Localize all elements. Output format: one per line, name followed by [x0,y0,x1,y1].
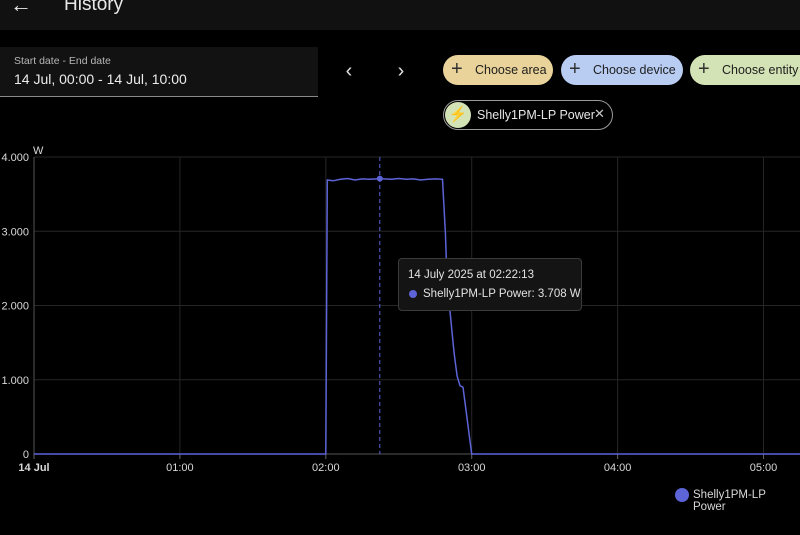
choose-device-label: Choose device [593,63,676,77]
legend-dot[interactable] [675,488,689,502]
tooltip-series-dot [409,290,417,298]
date-range-label: Start date - End date [14,55,111,67]
selected-entity-label: Shelly1PM-LP Power [477,108,595,122]
chart-tooltip: 14 July 2025 at 02:22:13 Shelly1PM-LP Po… [398,258,582,311]
x-tick-label: 14 Jul [18,462,49,474]
plus-icon: + [569,58,581,80]
hover-point [376,175,383,182]
top-app-bar: ← History [0,0,800,30]
x-tick-label: 04:00 [604,462,632,474]
chevron-right-icon[interactable]: › [389,60,413,84]
series-line-shelly1pm-lp-power[interactable] [34,177,800,455]
choose-device-button[interactable]: + Choose device [561,55,683,85]
choose-entity-button[interactable]: + Choose entity [690,55,800,85]
choose-area-label: Choose area [475,63,547,77]
y-tick-label: 0 [23,449,29,461]
page-title: History [64,0,124,15]
x-axis-ticks: 14 Jul 01:00 02:00 03:00 04:00 05:00 [18,462,777,474]
y-axis-ticks: 0 1.000 2.000 3.000 4.000 [1,152,29,461]
plus-icon: + [451,58,463,80]
choose-entity-label: Choose entity [722,63,799,77]
legend-label[interactable]: Shelly1PM-LP Power [693,489,800,513]
choose-area-button[interactable]: + Choose area [443,55,553,85]
remove-entity-icon[interactable]: ✕ [594,106,605,122]
arrow-left-icon[interactable]: ← [10,0,32,16]
y-tick-label: 2.000 [1,301,29,313]
plus-icon: + [698,58,710,80]
y-axis-unit-label: W [33,145,44,157]
x-tick-label: 02:00 [312,462,340,474]
date-range-picker[interactable]: Start date - End date 14 Jul, 00:00 - 14… [0,47,318,97]
chevron-left-icon[interactable]: ‹ [337,60,361,84]
lightning-bolt-icon: ⚡ [445,102,471,128]
y-tick-label: 1.000 [1,375,29,387]
y-tick-label: 3.000 [1,226,29,238]
selected-entity-chip[interactable]: ⚡ Shelly1PM-LP Power ✕ [443,100,613,130]
x-tick-label: 01:00 [166,462,194,474]
x-tick-label: 03:00 [458,462,486,474]
date-range-value: 14 Jul, 00:00 - 14 Jul, 10:00 [14,71,187,87]
y-tick-label: 4.000 [1,152,29,164]
x-tick-label: 05:00 [750,462,778,474]
tooltip-value: Shelly1PM-LP Power: 3.708 W [423,288,581,300]
tooltip-time: 14 July 2025 at 02:22:13 [408,269,534,281]
